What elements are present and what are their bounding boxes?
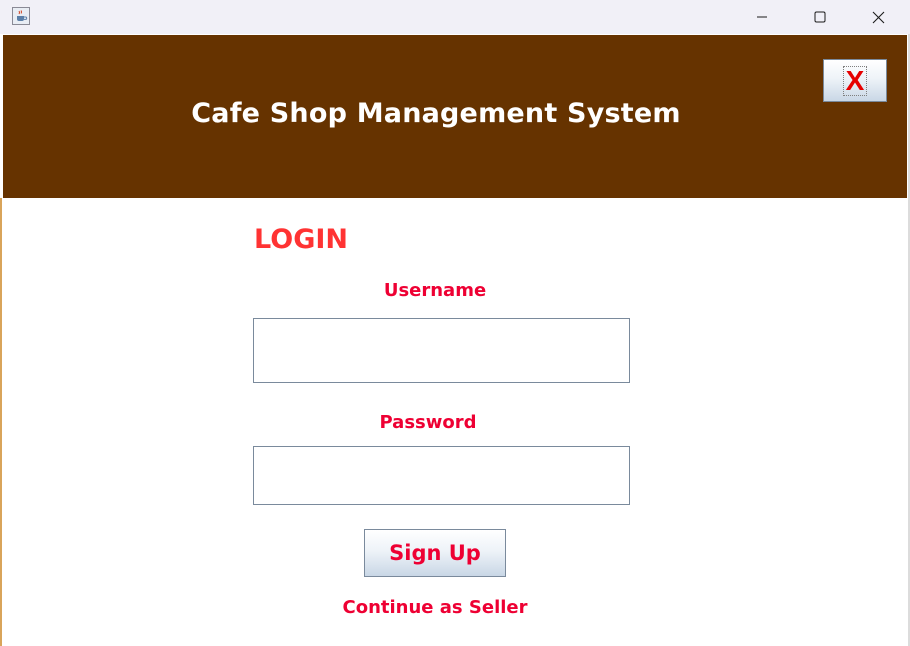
app-title: Cafe Shop Management System [191, 97, 681, 129]
sign-up-button[interactable]: Sign Up [364, 529, 506, 577]
password-field[interactable] [253, 446, 630, 505]
password-label: Password [379, 412, 477, 433]
exit-button[interactable]: X [823, 59, 887, 102]
window-left-border [0, 198, 2, 646]
exit-button-label: X [842, 65, 868, 96]
username-label: Username [383, 280, 487, 301]
continue-as-seller-link[interactable]: Continue as Seller [300, 597, 570, 618]
header-banner: Cafe Shop Management System X [3, 35, 907, 198]
minimize-icon [757, 16, 767, 18]
maximize-button[interactable] [791, 0, 849, 34]
minimize-button[interactable] [733, 0, 791, 34]
java-coffee-cup-icon [12, 7, 30, 25]
close-icon [872, 11, 884, 23]
app-window: Cafe Shop Management System X LOGIN User… [0, 0, 910, 646]
username-field[interactable] [253, 318, 630, 383]
window-close-button[interactable] [849, 0, 907, 34]
login-heading: LOGIN [254, 224, 348, 255]
window-titlebar[interactable] [0, 0, 910, 34]
maximize-icon [814, 11, 826, 23]
